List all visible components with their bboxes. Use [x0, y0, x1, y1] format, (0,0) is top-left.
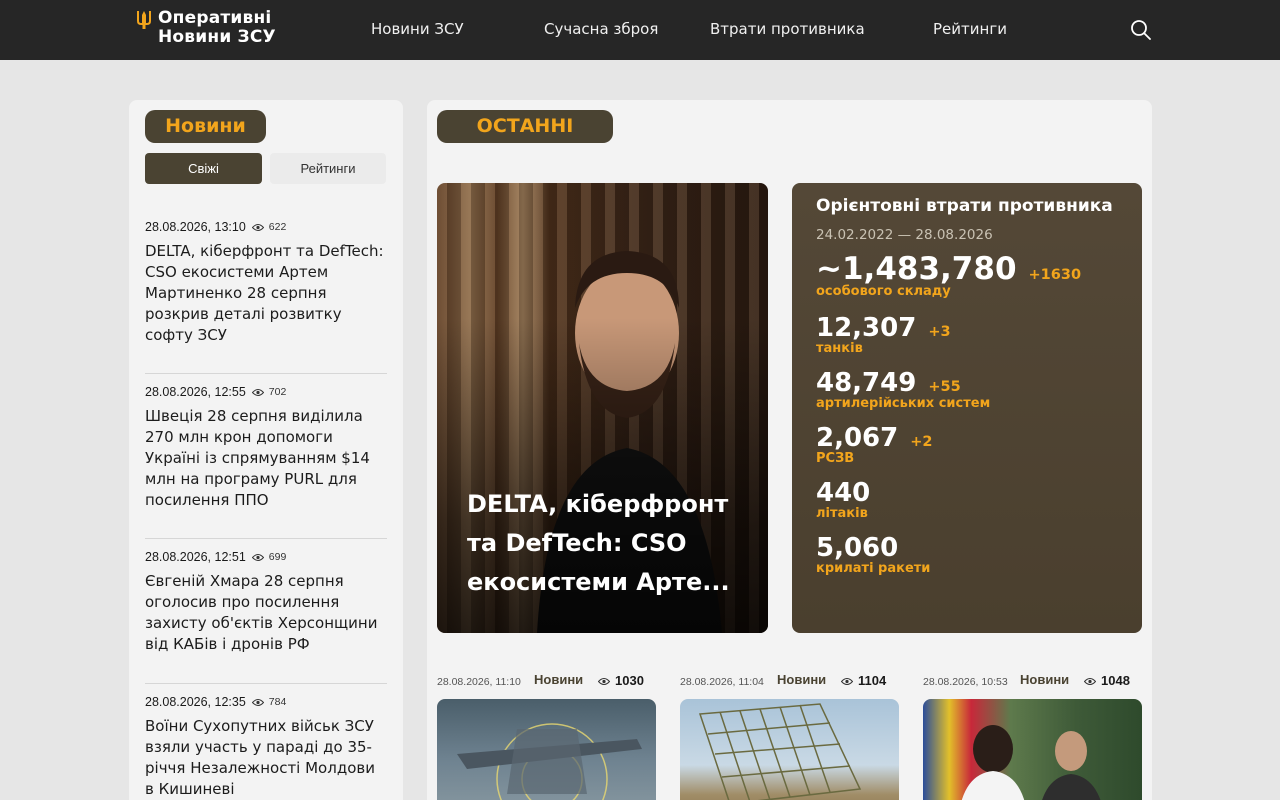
card-category[interactable]: Новини: [534, 672, 583, 687]
loss-stat-aircraft: 440 літаків: [816, 479, 870, 521]
news-date: 28.08.2026, 12:51: [145, 550, 246, 564]
loss-value: 48,749: [816, 368, 917, 398]
news-sidebar: Новини Свіжі Рейтинги 28.08.2026, 13:10 …: [129, 100, 403, 800]
logo-line-1: Оперативні: [158, 8, 272, 28]
news-views: 699: [268, 551, 287, 563]
news-card[interactable]: 28.08.2026, 11:10 Новини 1030: [437, 671, 656, 800]
loss-label: крилаті ракети: [816, 561, 931, 576]
loss-stat-mlrs: 2,067 +2 РСЗВ: [816, 424, 933, 466]
news-card[interactable]: 28.08.2026, 11:04 Новини 1104: [680, 671, 899, 800]
tab-ratings[interactable]: Рейтинги: [270, 153, 386, 184]
section-title: ОСТАННІ: [437, 110, 613, 143]
hero-title[interactable]: DELTA, кіберфронт та DefTech: CSO екосис…: [467, 485, 747, 602]
card-date: 28.08.2026, 11:04: [680, 676, 764, 688]
loss-value: 5,060: [816, 533, 899, 563]
news-meta: 28.08.2026, 12:51 699: [145, 550, 387, 564]
loss-delta: +1630: [1028, 267, 1082, 283]
logo-line-2: Новини ЗСУ: [158, 27, 276, 47]
card-views: 1104: [858, 673, 887, 688]
loss-label: танків: [816, 341, 863, 356]
loss-label: особового складу: [816, 284, 951, 299]
news-title[interactable]: Воїни Сухопутних військ ЗСУ взяли участь…: [145, 716, 387, 800]
nav-news-zsu[interactable]: Новини ЗСУ: [371, 20, 464, 38]
divider: [145, 683, 387, 684]
card-meta: 28.08.2026, 10:53 Новини 1048: [923, 671, 1142, 691]
eye-icon: [598, 678, 610, 685]
loss-label: РСЗВ: [816, 451, 855, 466]
site-logo[interactable]: Оперативні Новини ЗСУ: [136, 9, 276, 47]
eye-icon: [251, 553, 264, 561]
aircraft-image: [457, 723, 642, 800]
news-views: 702: [268, 386, 287, 398]
nav-ratings[interactable]: Рейтинги: [933, 20, 1007, 38]
loss-stat-personnel: ~1,483,780 +1630 особового складу: [816, 253, 1081, 299]
enemy-losses-card[interactable]: Орієнтовні втрати противника 24.02.2022 …: [792, 183, 1142, 633]
losses-date-range: 24.02.2022 — 28.08.2026: [816, 227, 993, 243]
loss-label: літаків: [816, 506, 868, 521]
hero-article[interactable]: DELTA, кіберфронт та DefTech: CSO екосис…: [437, 183, 768, 633]
card-meta: 28.08.2026, 11:10 Новини 1030: [437, 671, 656, 691]
eye-icon: [251, 223, 264, 231]
loss-value: 12,307: [816, 313, 917, 343]
sidebar-title: Новини: [145, 110, 266, 143]
card-image[interactable]: [680, 699, 899, 800]
news-views: 622: [268, 221, 287, 233]
eye-icon: [251, 388, 264, 396]
news-views: 784: [268, 696, 287, 708]
news-title[interactable]: DELTA, кіберфронт та DefTech: CSO екосис…: [145, 241, 387, 346]
logo-text: Оперативні Новини ЗСУ: [158, 9, 276, 47]
card-date: 28.08.2026, 10:53: [923, 676, 1008, 688]
nav-enemy-losses[interactable]: Втрати противника: [710, 20, 865, 38]
loss-delta: +2: [910, 434, 933, 450]
loss-stat-cruise-missiles: 5,060 крилаті ракети: [816, 534, 930, 576]
radar-image: [698, 703, 862, 800]
loss-stat-tanks: 12,307 +3 танків: [816, 314, 951, 356]
card-category[interactable]: Новини: [1020, 672, 1069, 687]
card-meta: 28.08.2026, 11:04 Новини 1104: [680, 671, 899, 691]
search-icon[interactable]: [1130, 19, 1152, 41]
news-date: 28.08.2026, 13:10: [145, 220, 246, 234]
list-item[interactable]: 28.08.2026, 12:35 784 Воїни Сухопутних в…: [145, 695, 387, 800]
list-item[interactable]: 28.08.2026, 12:51 699 Євгеній Хмара 28 с…: [145, 550, 387, 655]
loss-value: 440: [816, 478, 871, 508]
news-card[interactable]: 28.08.2026, 10:53 Новини 1048: [923, 671, 1142, 800]
list-item[interactable]: 28.08.2026, 13:10 622 DELTA, кіберфронт …: [145, 220, 387, 346]
card-image[interactable]: [437, 699, 656, 800]
news-date: 28.08.2026, 12:55: [145, 385, 246, 399]
card-image[interactable]: [923, 699, 1142, 800]
news-meta: 28.08.2026, 12:35 784: [145, 695, 387, 709]
nav-modern-weapons[interactable]: Сучасна зброя: [544, 20, 658, 38]
tab-fresh[interactable]: Свіжі: [145, 153, 262, 184]
card-views: 1030: [615, 673, 644, 688]
divider: [145, 373, 387, 374]
losses-title: Орієнтовні втрати противника: [816, 196, 1113, 216]
trident-icon: [137, 11, 151, 29]
top-navigation-bar: Оперативні Новини ЗСУ Новини ЗСУ Сучасна…: [0, 0, 1280, 60]
news-title[interactable]: Швеція 28 серпня виділила 270 млн крон д…: [145, 406, 387, 511]
card-category[interactable]: Новини: [777, 672, 826, 687]
ceremony-image: [961, 725, 1101, 800]
loss-value: ~1,483,780: [816, 251, 1017, 287]
list-item[interactable]: 28.08.2026, 12:55 702 Швеція 28 серпня в…: [145, 385, 387, 511]
news-meta: 28.08.2026, 12:55 702: [145, 385, 387, 399]
news-date: 28.08.2026, 12:35: [145, 695, 246, 709]
divider: [145, 538, 387, 539]
loss-label: артилерійських систем: [816, 396, 991, 411]
loss-delta: +3: [928, 324, 951, 340]
loss-value: 2,067: [816, 423, 899, 453]
loss-stat-artillery: 48,749 +55 артилерійських систем: [816, 369, 990, 411]
eye-icon: [1084, 678, 1096, 685]
eye-icon: [841, 678, 853, 685]
news-meta: 28.08.2026, 13:10 622: [145, 220, 387, 234]
card-date: 28.08.2026, 11:10: [437, 676, 521, 688]
card-views: 1048: [1101, 673, 1130, 688]
news-title[interactable]: Євгеній Хмара 28 серпня оголосив про пос…: [145, 571, 387, 655]
loss-delta: +55: [928, 379, 961, 395]
latest-section: ОСТАННІ DELTA, кіберфронт та DefTech: CS…: [427, 100, 1152, 800]
eye-icon: [251, 698, 264, 706]
